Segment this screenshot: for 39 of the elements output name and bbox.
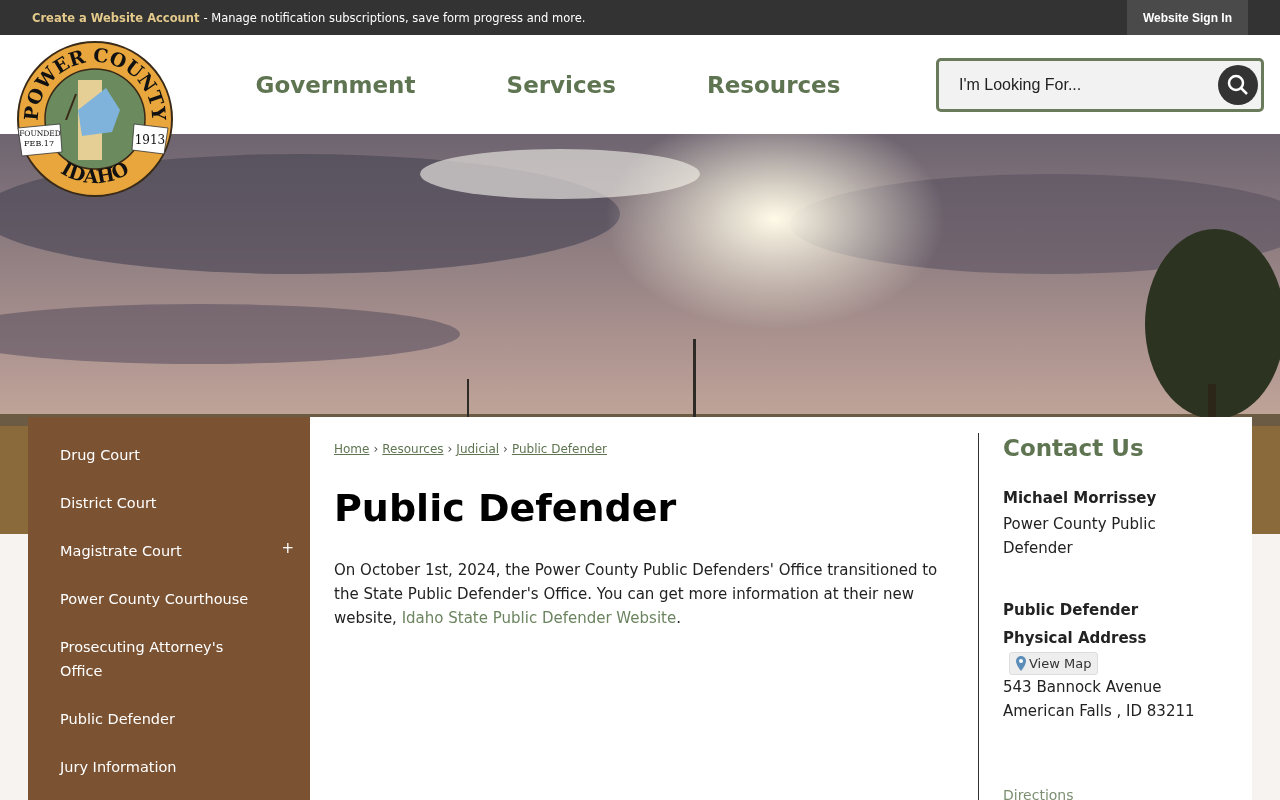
sidebar-item[interactable]: Drug Court (28, 431, 310, 479)
address-title: Public Defender (1003, 600, 1140, 621)
create-account-link[interactable]: Create a Website Account (32, 10, 200, 25)
breadcrumb-separator: › (447, 442, 453, 456)
nav-link[interactable]: Services (506, 71, 616, 98)
breadcrumb-link[interactable]: Judicial (456, 442, 500, 456)
seal-state-name: IDAHO (57, 156, 133, 188)
breadcrumb-separator: › (373, 442, 379, 456)
page-title: Public Defender (334, 486, 678, 530)
sign-in-button[interactable]: Website Sign In (1126, 0, 1248, 35)
sidebar-item[interactable]: Prosecuting Attorney's Office (28, 623, 310, 695)
map-pin-icon (1016, 656, 1026, 671)
sidebar-item[interactable]: Public Defender (28, 695, 310, 743)
view-map-button[interactable]: View Map (1009, 652, 1099, 675)
directions-link[interactable]: Directions (1003, 787, 1074, 800)
seal-year: 1913 (134, 133, 166, 147)
account-description: - Manage notification subscriptions, save form progress and more. (203, 10, 586, 25)
breadcrumb-link[interactable]: Public Defender (511, 442, 607, 456)
sidebar-item[interactable]: Jury Information (28, 743, 310, 791)
sidebar-item[interactable]: Magistrate Court + (28, 527, 310, 575)
contact-role: Power County Public Defender (1003, 514, 1157, 559)
nav-link[interactable]: Resources (706, 71, 841, 98)
nav-link[interactable]: Government (255, 71, 416, 98)
body-paragraph: On October 1st, 2024, the Power County Public Defenders' Office transitioned to the State Public Defender's Office. You can get more information at their new website, Idaho State Public Defender Website. (334, 560, 939, 629)
sidebar-item[interactable]: Power County Courthouse (28, 575, 310, 623)
address-line: American Falls , ID 83211 (1003, 701, 1196, 722)
address-title: Physical Address (1003, 628, 1148, 649)
address-line: 543 Bannock Avenue (1003, 677, 1163, 698)
breadcrumb-link[interactable]: Home (334, 442, 370, 456)
breadcrumb-link[interactable]: Resources (382, 442, 444, 456)
breadcrumb-separator: › (503, 442, 508, 456)
expand-toggle[interactable]: + (281, 539, 294, 557)
contact-name: Michael Morrissey (1003, 488, 1158, 509)
search-field[interactable]: I'm Looking For... (936, 57, 1264, 112)
search-icon (1226, 72, 1250, 97)
state-defender-link[interactable]: Idaho State Public Defender Website (401, 609, 677, 627)
contact-heading: Contact Us (1003, 436, 1145, 460)
seal-founded-date: FEB.17 (24, 139, 54, 148)
sidebar-item[interactable]: District Court (28, 479, 310, 527)
